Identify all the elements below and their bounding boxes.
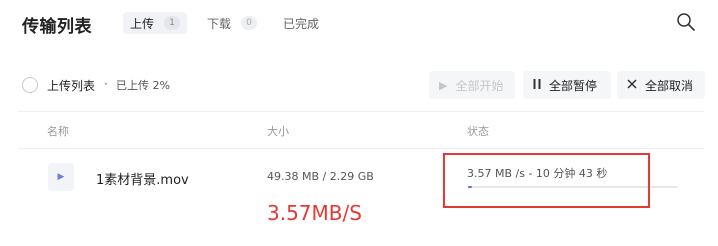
start-all-label: 全部开始 [455,78,504,93]
file-name: 1素材背景.mov [96,173,189,188]
speed-annotation: 3.57MB/S [267,201,362,225]
highlight-box [443,153,650,208]
tab-completed-label: 已完成 [283,16,320,31]
tab-download-label: 下载 [207,16,232,31]
tab-upload-count: 1 [164,16,181,30]
column-header-name: 名称 [47,125,69,138]
pause-icon [533,78,541,92]
toolbar-divider [18,111,704,112]
select-all-checkbox[interactable] [22,77,38,93]
pause-all-label: 全部暂停 [549,78,598,93]
cancel-all-label: 全部取消 [645,78,694,93]
column-header-status: 状态 [467,125,489,138]
upload-status: 已上传 2% [116,79,170,92]
cancel-all-button[interactable]: 全部取消 [617,71,705,99]
tab-upload-label: 上传 [130,16,155,31]
header-divider [18,148,704,149]
video-file-icon: ▶ [48,163,74,191]
column-header-size: 大小 [267,125,289,138]
play-icon: ▶ [439,78,448,92]
tab-completed[interactable]: 已完成 [276,12,326,34]
tab-download-count: 0 [241,16,258,30]
list-separator: · [104,77,108,91]
tab-upload[interactable]: 上传 1 [123,12,188,34]
page-title: 传输列表 [22,17,92,37]
file-size: 49.38 MB / 2.29 GB [267,170,374,183]
pause-all-button[interactable]: 全部暂停 [523,71,611,99]
list-title: 上传列表 [47,79,96,93]
search-icon[interactable] [676,12,696,32]
tab-download[interactable]: 下载 0 [200,12,264,34]
start-all-button[interactable]: ▶ 全部开始 [429,71,515,99]
close-icon [627,78,637,92]
